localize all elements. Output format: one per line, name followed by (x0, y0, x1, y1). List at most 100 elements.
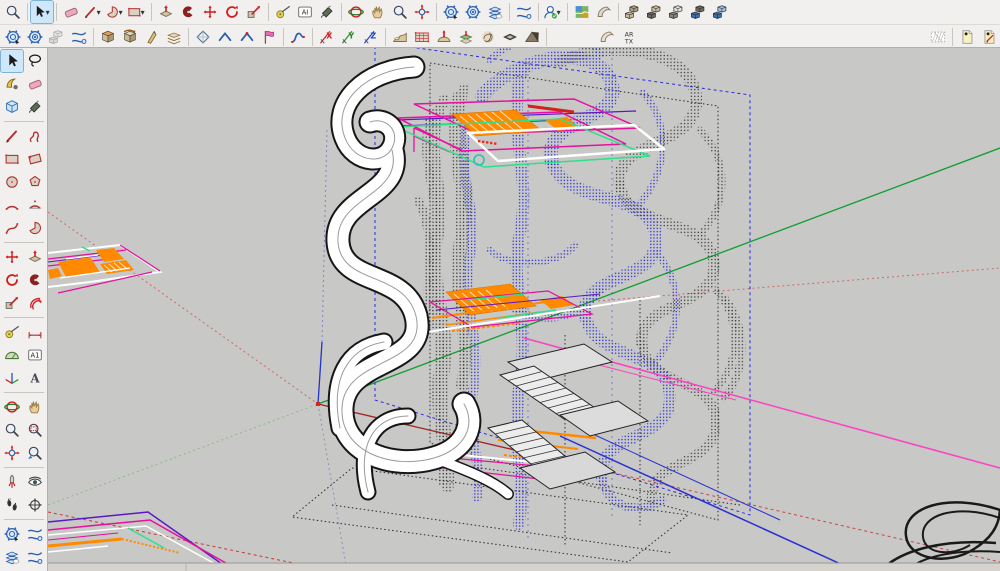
freehand-tool-button[interactable] (24, 125, 46, 147)
position-camera-tool-button[interactable] (1, 471, 23, 493)
scale-tool-button[interactable] (1, 292, 23, 314)
move-tool-button[interactable] (199, 1, 221, 23)
joint-pushpull-round-tool-button[interactable] (119, 26, 141, 48)
layers-cloud-tool-button[interactable] (484, 1, 506, 23)
axis-y-tool-button[interactable]: Y (338, 26, 360, 48)
sandbox-from-scratch-tool-button[interactable] (411, 26, 433, 48)
union-solids-tool-button[interactable] (666, 1, 688, 23)
quad-face-tool-button[interactable] (192, 26, 214, 48)
eraser-tool-button[interactable] (60, 1, 82, 23)
select-tool-dropdown-arrow-icon[interactable]: ▾ (46, 8, 53, 17)
vector-pushpull-tool-button[interactable] (141, 26, 163, 48)
simplify-tool-button[interactable] (2, 26, 24, 48)
outer-shell-tool-button[interactable] (622, 1, 644, 23)
stamp-tool-button[interactable] (455, 26, 477, 48)
add-location-tool-button[interactable] (571, 1, 593, 23)
flag-markers-tool-button[interactable] (258, 26, 280, 48)
add-detail-tool-button[interactable] (499, 26, 521, 48)
make-component-tool-button[interactable] (1, 73, 23, 95)
turn-target-tool-button[interactable] (24, 494, 46, 516)
zoom-previous-tool-button[interactable] (24, 442, 46, 464)
joint-pushpull-layers-tool-button[interactable] (163, 26, 185, 48)
rotated-rectangle-tool-button[interactable] (24, 148, 46, 170)
joint-pushpull-box-tool-button[interactable] (97, 26, 119, 48)
follow-me-tool-button[interactable] (177, 1, 199, 23)
layers-cloud-tool-button[interactable] (1, 546, 23, 568)
curvize-tool-button[interactable] (214, 26, 236, 48)
push-pull-tool-button[interactable] (155, 1, 177, 23)
simplify-options-tool-button[interactable] (24, 26, 46, 48)
move-tool-button[interactable] (1, 246, 23, 268)
eraser-tool-button[interactable] (24, 73, 46, 95)
artisan-tool-button[interactable]: AR TX (618, 26, 640, 48)
arc-tool-dropdown-arrow-icon[interactable]: ▾ (119, 8, 126, 17)
3d-text-tool-button[interactable]: A (24, 367, 46, 389)
intersect-solids-tool-button[interactable] (644, 1, 666, 23)
account-button-dropdown-arrow-icon[interactable]: ▾ (557, 8, 564, 17)
zoom-window-tool-button[interactable] (24, 419, 46, 441)
polygon-tool-button[interactable] (24, 171, 46, 193)
rectangle-tool-button[interactable]: ▾ (126, 1, 148, 23)
cleanup-tool-button[interactable] (440, 1, 462, 23)
drape-tool-button[interactable] (477, 26, 499, 48)
two-point-arc-tool-button[interactable] (24, 194, 46, 216)
lasso-select-tool-button[interactable] (24, 50, 46, 72)
ai-label-tool-button[interactable]: AI (294, 1, 316, 23)
dimension-tool-button[interactable] (24, 321, 46, 343)
pie-tool-button[interactable] (24, 217, 46, 239)
orbit-tool-button[interactable] (345, 1, 367, 23)
paint-bucket-tool-button[interactable] (316, 1, 338, 23)
three-point-arc-tool-button[interactable] (1, 217, 23, 239)
line-tool-dropdown-arrow-icon[interactable]: ▾ (97, 8, 104, 17)
swirl-gear-tool-button[interactable] (24, 523, 46, 545)
zoom-tool-button[interactable] (389, 1, 411, 23)
merge-faces-tool-button[interactable] (46, 26, 68, 48)
smoove-tool-button[interactable] (433, 26, 455, 48)
protractor-tool-button[interactable] (1, 344, 23, 366)
follow-me-tool-button[interactable] (24, 269, 46, 291)
trim-solids-tool-button[interactable] (710, 1, 732, 23)
paint-bucket-tool-button[interactable] (24, 96, 46, 118)
bezier-spline-tool-button[interactable] (287, 26, 309, 48)
orbit-tool-button[interactable] (1, 396, 23, 418)
select-tool-button[interactable] (0, 49, 24, 73)
arc-tool-button[interactable]: ▾ (104, 1, 126, 23)
pattern-hatch-tool-button[interactable] (927, 26, 949, 48)
tape-measure-tool-button[interactable] (1, 321, 23, 343)
push-pull-tool-button[interactable] (24, 246, 46, 268)
shell-arc-tool-button[interactable] (596, 26, 618, 48)
axes-tool-button[interactable] (1, 367, 23, 389)
axis-z-tool-button[interactable]: Z (360, 26, 382, 48)
scale-tool-button[interactable] (243, 1, 265, 23)
walk-tool-button[interactable] (1, 494, 23, 516)
select-tool-button[interactable]: ▾ (30, 0, 54, 24)
zoom-tool-button[interactable] (1, 419, 23, 441)
line-tool-button[interactable]: ▾ (82, 1, 104, 23)
line-tool-button[interactable] (1, 125, 23, 147)
swirl-gear-tool-button[interactable] (513, 1, 535, 23)
subtract-solids-tool-button[interactable] (688, 1, 710, 23)
look-around-tool-button[interactable] (24, 471, 46, 493)
note-edit-tool-button[interactable] (978, 26, 1000, 48)
rotate-tool-button[interactable] (221, 1, 243, 23)
account-button-button[interactable]: ▾ (542, 1, 564, 23)
arc-tool-button[interactable] (1, 194, 23, 216)
cleanup-tool-button[interactable] (1, 523, 23, 545)
note-tool-button[interactable] (956, 26, 978, 48)
circle-tool-button[interactable] (1, 171, 23, 193)
3d-viewport[interactable] (48, 48, 1000, 571)
swirl-simplify-tool-button[interactable] (68, 26, 90, 48)
component-tool-button[interactable] (1, 96, 23, 118)
cleanup-inspect-tool-button[interactable] (462, 1, 484, 23)
text-tool-button[interactable]: A1 (24, 344, 46, 366)
pan-tool-button[interactable] (24, 396, 46, 418)
tape-measure-tool-button[interactable] (272, 1, 294, 23)
axis-x-tool-button[interactable]: X (316, 26, 338, 48)
rectangle-tool-dropdown-arrow-icon[interactable]: ▾ (141, 8, 148, 17)
zoom-extents-tool-button[interactable] (411, 1, 433, 23)
offset-tool-button[interactable] (24, 292, 46, 314)
curvize-point-tool-button[interactable] (236, 26, 258, 48)
flip-edge-tool-button[interactable] (521, 26, 543, 48)
sandbox-from-contours-tool-button[interactable] (389, 26, 411, 48)
swirl-simplify-tool-button[interactable] (24, 546, 46, 568)
